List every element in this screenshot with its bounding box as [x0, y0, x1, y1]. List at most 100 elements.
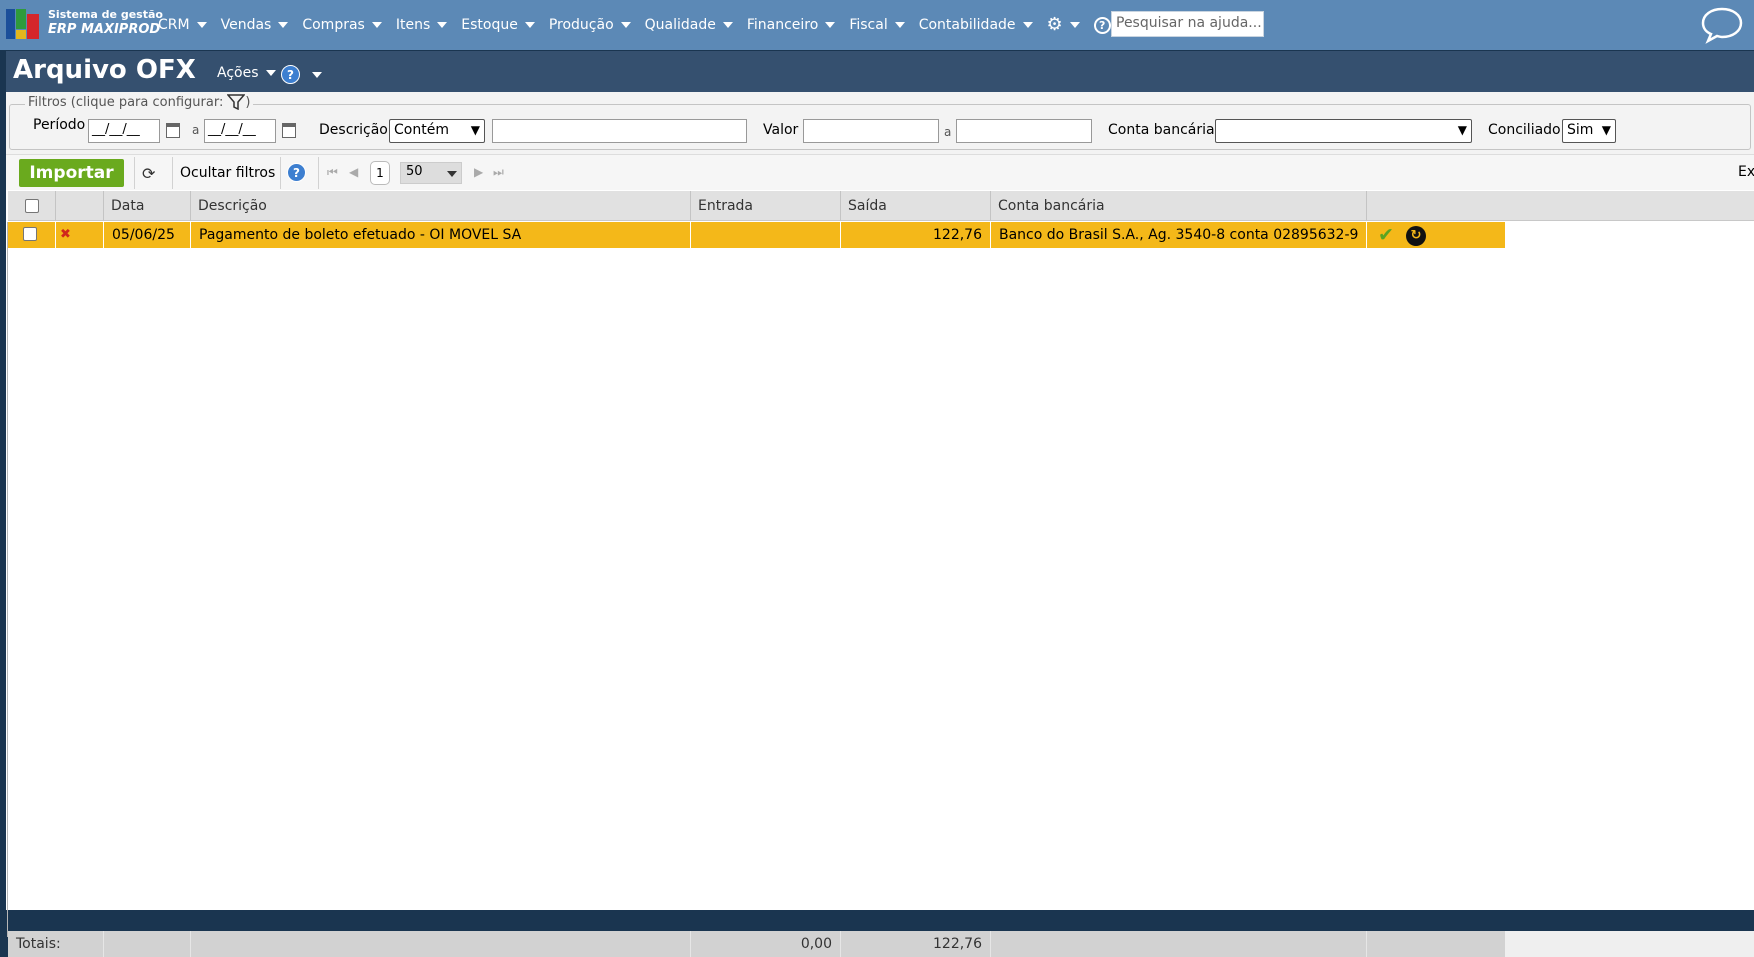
chevron-down-icon: ▼ — [1601, 123, 1611, 137]
help-icon: ? — [281, 65, 300, 84]
actions-menu[interactable]: Ações — [217, 65, 276, 81]
table-row[interactable]: ✖ 05/06/25 Pagamento de boleto efetuado … — [8, 222, 1505, 248]
menu-qualidade-label: Qualidade — [644, 17, 716, 33]
toolbar-divider — [280, 157, 281, 189]
first-page-icon[interactable]: ⏮ — [327, 165, 338, 180]
menu-financeiro[interactable]: Financeiro — [746, 17, 836, 33]
page-number[interactable]: 1 — [370, 161, 390, 185]
grid-toolbar: Importar ⟳ Ocultar filtros ? ⏮ ◀ 1 50 ▶ … — [6, 154, 1754, 190]
select-all-checkbox[interactable] — [25, 199, 39, 213]
calendar-icon[interactable] — [282, 123, 296, 138]
chevron-down-icon — [371, 22, 382, 28]
next-page-icon[interactable]: ▶ — [474, 165, 483, 179]
column-header-saida[interactable]: Saída — [841, 191, 991, 221]
check-icon[interactable]: ✔ — [1378, 224, 1394, 246]
menu-compras[interactable]: Compras — [302, 17, 382, 33]
chevron-down-icon — [825, 22, 836, 28]
valor-to-input[interactable] — [956, 119, 1092, 143]
menu-settings[interactable]: ⚙ — [1047, 16, 1080, 34]
toolbar-help-button[interactable]: ? — [287, 163, 306, 182]
prev-page-icon[interactable]: ◀ — [349, 165, 358, 179]
hide-filters-button[interactable]: Ocultar filtros — [180, 165, 275, 181]
chevron-down-icon — [265, 70, 276, 76]
descricao-mode-value: Contém — [394, 122, 449, 138]
conciliado-value: Sim — [1567, 122, 1594, 138]
menu-vendas[interactable]: Vendas — [221, 17, 289, 33]
chevron-down-icon — [1022, 22, 1033, 28]
periodo-label: Período — [33, 117, 86, 133]
valor-label: Valor — [763, 122, 799, 138]
menu-financeiro-label: Financeiro — [746, 17, 819, 33]
erp-logo[interactable]: Sistema de gestão ERP MAXIPROD — [6, 8, 163, 40]
toolbar-divider — [172, 157, 173, 189]
export-button[interactable]: Ex — [1738, 164, 1754, 180]
logo-mark — [6, 9, 42, 39]
column-header-descricao[interactable]: Descrição — [191, 191, 691, 221]
menu-contabilidade[interactable]: Contabilidade — [919, 17, 1033, 33]
column-header-data[interactable]: Data — [104, 191, 191, 221]
conciliado-select[interactable]: Sim ▼ — [1562, 119, 1616, 143]
cell-entrada — [691, 222, 841, 248]
refresh-icon[interactable]: ⟳ — [142, 164, 155, 183]
totals-empty-cell — [1367, 931, 1505, 957]
menu-fiscal-label: Fiscal — [849, 17, 888, 33]
help-icon: ? — [1093, 16, 1111, 34]
status-column-header — [56, 191, 104, 221]
cell-saida: 122,76 — [841, 222, 991, 248]
cell-data: 05/06/25 — [104, 222, 191, 248]
chevron-down-icon — [524, 22, 535, 28]
delete-icon[interactable]: ✖ — [60, 227, 71, 242]
date-to-input[interactable]: __/__/__ — [204, 119, 276, 143]
import-button[interactable]: Importar — [19, 159, 124, 187]
column-header-entrada[interactable]: Entrada — [691, 191, 841, 221]
cell-conta-bancaria: Banco do Brasil S.A., Ag. 3540-8 conta 0… — [991, 222, 1367, 248]
conta-bancaria-label: Conta bancária — [1108, 122, 1215, 138]
main-menu: CRM Vendas Compras Itens Estoque Produçã… — [158, 14, 1142, 36]
conciliado-label: Conciliado — [1488, 122, 1561, 138]
column-header-conta-bancaria[interactable]: Conta bancária — [991, 191, 1367, 221]
calendar-icon[interactable] — [166, 123, 180, 138]
descricao-mode-select[interactable]: Contém ▼ — [389, 119, 485, 143]
chat-bubble-icon[interactable] — [1700, 6, 1744, 44]
totals-empty-cell — [991, 931, 1367, 957]
last-page-icon[interactable]: ⏭ — [493, 165, 504, 180]
filters-legend-close: ) — [245, 94, 251, 110]
date-from-input[interactable]: __/__/__ — [88, 119, 160, 143]
menu-contabilidade-label: Contabilidade — [918, 17, 1016, 33]
chevron-down-icon: ▼ — [1457, 123, 1467, 137]
menu-estoque[interactable]: Estoque — [461, 17, 535, 33]
filter-icon[interactable] — [227, 94, 246, 110]
row-select-cell — [8, 222, 56, 248]
page-header: Arquivo OFX Ações ? — [6, 51, 1754, 92]
menu-itens[interactable]: Itens — [395, 17, 448, 33]
menu-fiscal[interactable]: Fiscal — [849, 17, 905, 33]
help-icon: ? — [287, 163, 306, 182]
help-search-input[interactable]: Pesquisar na ajuda... — [1111, 11, 1264, 37]
page-help-menu[interactable]: ? — [281, 65, 322, 84]
chevron-down-icon — [196, 22, 207, 28]
filters-legend-text: Filtros (clique para configurar: — [28, 94, 224, 110]
menu-producao[interactable]: Produção — [549, 17, 631, 33]
page-title: Arquivo OFX — [13, 55, 196, 85]
select-all-cell — [8, 191, 56, 221]
cell-descricao: Pagamento de boleto efetuado - OI MOVEL … — [191, 222, 691, 248]
menu-producao-label: Produção — [548, 17, 614, 33]
undo-icon[interactable]: ↻ — [1406, 226, 1426, 246]
chevron-down-icon — [312, 71, 322, 78]
menu-compras-label: Compras — [302, 17, 365, 33]
top-navbar: Sistema de gestão ERP MAXIPROD CRM Venda… — [0, 0, 1754, 50]
totals-empty-cell — [104, 931, 191, 957]
row-checkbox[interactable] — [23, 227, 37, 241]
conta-bancaria-select[interactable]: ▼ — [1215, 119, 1472, 143]
menu-itens-label: Itens — [395, 17, 431, 33]
filters-legend[interactable]: Filtros (clique para configurar: ) — [25, 94, 254, 110]
menu-qualidade[interactable]: Qualidade — [645, 17, 733, 33]
menu-estoque-label: Estoque — [461, 17, 518, 33]
descricao-label: Descrição — [319, 122, 388, 138]
descricao-input[interactable] — [492, 119, 747, 143]
page-size-select[interactable]: 50 — [400, 162, 462, 184]
filters-panel: Filtros (clique para configurar: ) Perío… — [6, 92, 1754, 154]
valor-from-input[interactable] — [803, 119, 939, 143]
menu-crm[interactable]: CRM — [158, 17, 207, 33]
chevron-down-icon — [437, 22, 448, 28]
